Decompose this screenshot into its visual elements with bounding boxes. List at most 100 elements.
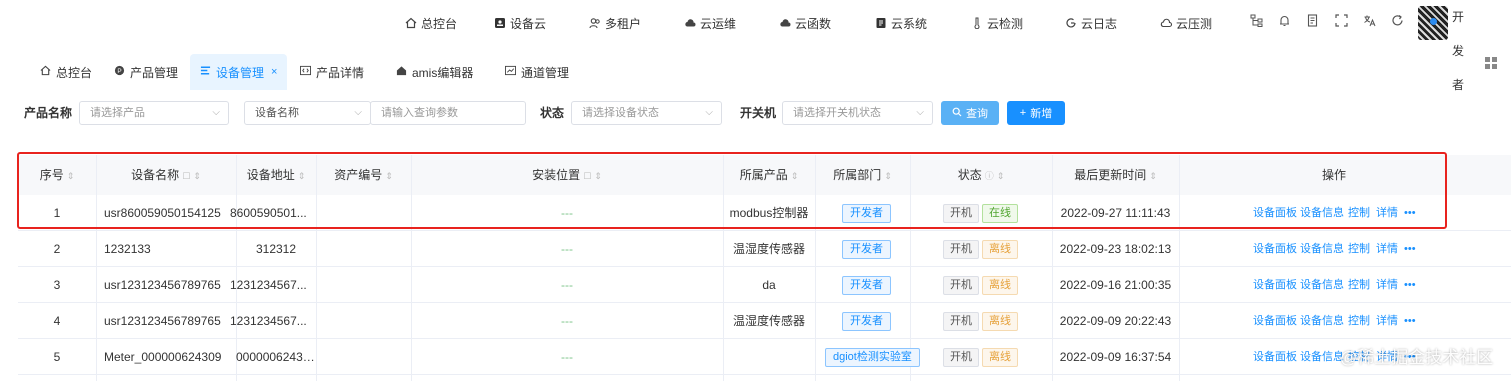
cell-address: 1231234567... [230,278,307,292]
cell-product: 温湿度传感器 [732,242,805,256]
nav-item-pressure[interactable]: 云压测 [1160,14,1212,32]
svg-text:P: P [117,68,121,75]
device-info-link[interactable]: 设备信息 [1300,303,1344,339]
product-filter-label: 产品名称 [24,106,73,120]
device-panel-link[interactable]: 设备面板 [1253,303,1297,339]
nav-item-system[interactable]: 云系统 [875,14,927,32]
tab-channel-management[interactable]: 通道管理 [505,54,569,90]
chevron-down-icon: ⌵ [212,107,220,118]
cell-index: 5 [53,350,61,364]
more-icon[interactable]: ••• [1404,231,1416,267]
detail-link[interactable]: 详情 [1376,231,1398,267]
tab-label: 产品管理 [130,65,179,80]
tab-label: amis编辑器 [412,65,474,80]
status-select[interactable]: 请选择设备状态 ⌵ [571,101,722,125]
plus-icon: + [1019,107,1027,119]
watermark: @稀土掘金技术社区 [1340,348,1494,367]
detail-link[interactable]: 详情 [1376,267,1398,303]
tab-label: 产品详情 [316,65,365,80]
more-icon[interactable]: ••• [1404,267,1416,303]
device-panel-link[interactable]: 设备面板 [1253,231,1297,267]
status-badge: 离线 [982,312,1018,331]
control-link[interactable]: 控制 [1348,303,1370,339]
close-icon[interactable]: × [271,66,277,78]
cell-name: 1232133 [104,242,151,256]
cell-name: usr123123456789765 [104,278,221,292]
device-panel-link[interactable]: 设备面板 [1253,267,1297,303]
home-icon [40,65,51,79]
tab-product-detail[interactable]: 产品详情 [300,54,364,90]
pressure-icon [1160,17,1173,29]
more-icon[interactable]: ••• [1404,303,1416,339]
control-link[interactable]: 控制 [1348,267,1370,303]
cell-asset [316,267,411,303]
bell-icon[interactable] [1277,14,1291,28]
query-button-label: 查询 [966,108,988,120]
top-nav: 总控台 设备云 多租户 云运维 云函数 云系统 云检测 云日志 云压测 开发者 [0,0,1512,92]
chevron-down-icon: ⌵ [705,107,713,118]
avatar-badge [1430,18,1437,25]
table-row[interactable]: 4 usr123123456789765 1231234567... --- 温… [18,303,1511,339]
fullscreen-icon[interactable] [1334,14,1348,28]
document-icon[interactable] [1305,14,1319,28]
add-button[interactable]: + 新增 [1007,101,1065,125]
nav-label: 云运维 [700,16,737,31]
power-tag: 开机 [943,240,979,259]
device-info-link[interactable]: 设备信息 [1300,231,1344,267]
cell-product: 温湿度传感器 [732,314,805,328]
device-info-link[interactable]: 设备信息 [1300,267,1344,303]
nav-item-dashboard[interactable]: 总控台 [405,14,457,32]
cell-name: usr123123456789765 [104,314,221,328]
device-query-input[interactable]: 请输入查询参数 [370,101,526,125]
dept-tag: dgiot检测实验室 [825,348,920,367]
tab-amis-editor[interactable]: amis编辑器 [396,54,473,90]
nav-item-tenant[interactable]: 多租户 [589,14,641,32]
tab-product-management[interactable]: P 产品管理 [114,54,178,90]
nav-item-device-cloud[interactable]: 设备云 [494,14,546,32]
power-tag: 开机 [943,312,979,331]
house-icon [396,65,407,79]
tab-label: 通道管理 [521,65,570,80]
grid-menu-icon[interactable] [1485,57,1497,69]
tab-dashboard[interactable]: 总控台 [40,54,92,90]
nav-item-functions[interactable]: 云函数 [779,14,831,32]
device-icon [494,17,506,29]
query-button[interactable]: 查询 [941,101,999,125]
tabs-bar: 总控台 P 产品管理 设备管理 × 产品详情 amis编辑器 通道管理 [0,54,1512,90]
switch-select[interactable]: 请选择开关机状态 ⌵ [782,101,933,125]
nav-item-logs[interactable]: 云日志 [1065,14,1117,32]
cell-asset [316,339,411,375]
translate-icon[interactable] [1362,14,1376,28]
log-icon [1065,17,1077,29]
tab-device-management[interactable]: 设备管理 × [190,54,288,90]
dept-tag: 开发者 [842,312,891,331]
nav-item-ops[interactable]: 云运维 [684,14,736,32]
nav-label: 云检测 [987,16,1024,31]
nav-label: 云日志 [1081,16,1118,31]
product-select-placeholder: 请选择产品 [90,107,145,119]
cell-address: 1231234567... [230,314,307,328]
cell-product [723,339,815,375]
nav-label: 云压测 [1176,16,1213,31]
nav-item-detect[interactable]: 云检测 [971,14,1023,32]
table-row[interactable]: 3 usr123123456789765 1231234567... --- d… [18,267,1511,303]
cell-asset [316,303,411,339]
control-link[interactable]: 控制 [1348,231,1370,267]
cell-asset [316,231,411,267]
dept-tag: 开发者 [842,276,891,295]
device-field-select[interactable]: 设备名称 ⌵ [244,101,371,125]
table-row[interactable]: 2 1232133 312312 --- 温湿度传感器 开发者 开机 离线 20… [18,231,1511,267]
table-row[interactable]: 5 Meter_000000624309 000000624309 --- dg… [18,339,1511,375]
refresh-icon[interactable] [1390,14,1404,28]
device-panel-link[interactable]: 设备面板 [1253,339,1297,375]
status-badge: 离线 [982,348,1018,367]
org-tree-icon[interactable] [1249,14,1263,28]
chevron-down-icon: ⌵ [354,107,362,118]
nav-label: 云系统 [891,16,928,31]
device-info-link[interactable]: 设备信息 [1300,339,1344,375]
detail-link[interactable]: 详情 [1376,303,1398,339]
product-select[interactable]: 请选择产品 ⌵ [79,101,229,125]
cell-location: --- [561,314,573,328]
list-icon [200,65,211,79]
cell-location: --- [561,242,573,256]
